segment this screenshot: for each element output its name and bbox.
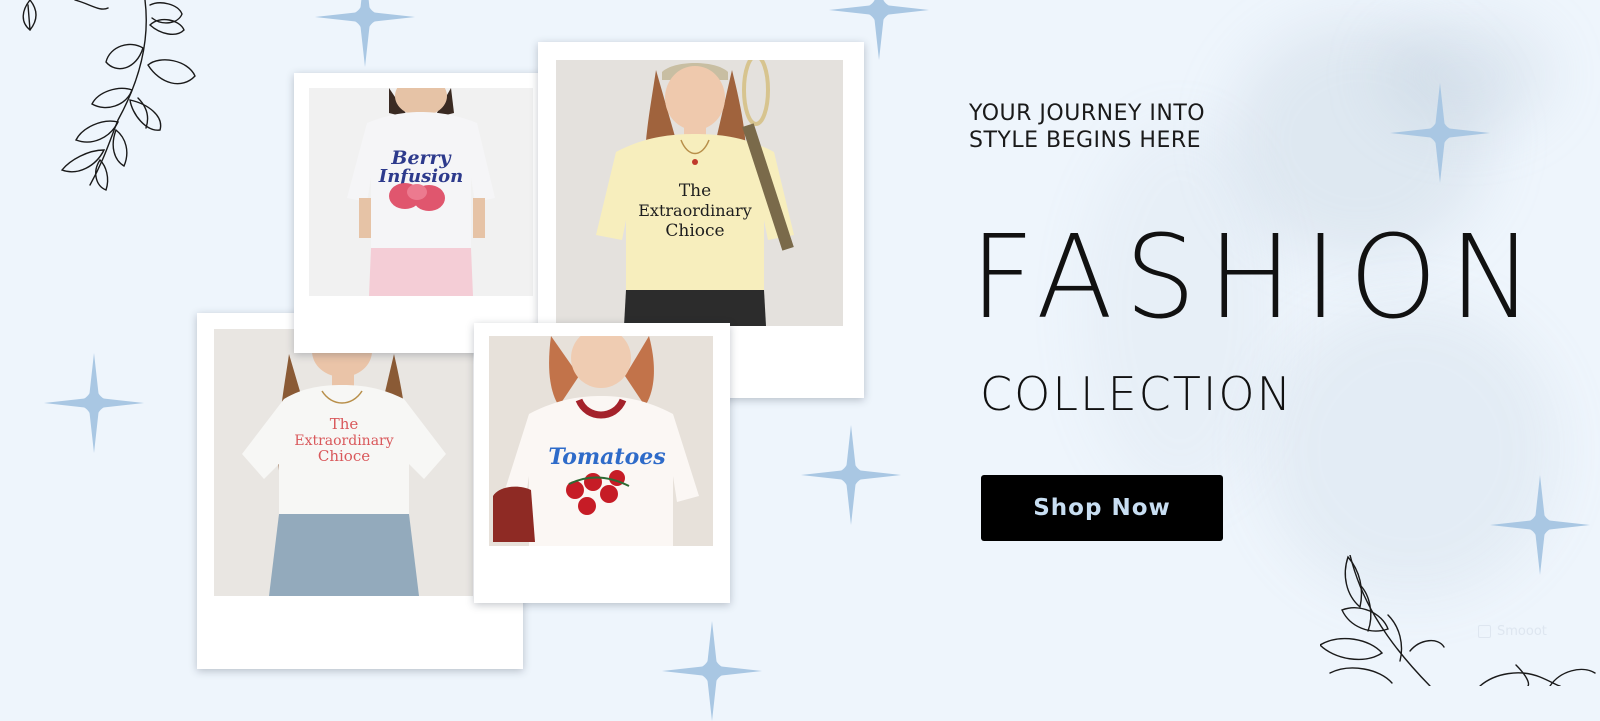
watermark-text: Smooot [1497,624,1547,639]
shirt-print-text: Infusion [378,166,463,187]
hero-subtitle: COLLECTION [980,367,1294,421]
shirt-print-text: The [679,181,711,201]
polaroid-card: Berry Infusion [294,73,550,353]
hero-title: FASHION [970,211,1546,345]
watermark-icon [1478,625,1491,638]
product-photo-extraordinary-white[interactable]: The Extraordinary Chioce [214,329,473,596]
sparkle-icon [44,353,144,453]
vine-branch-icon [0,0,210,195]
sparkle-icon [662,621,762,721]
polaroid-card: Tomatoes [474,323,730,603]
shirt-print-text: Chioce [318,447,370,465]
background-shadow [1380,20,1550,130]
tagline-line: STYLE BEGINS HERE [969,128,1202,153]
product-photo-berry-infusion[interactable]: Berry Infusion [309,88,533,296]
vine-branch-icon [1318,554,1600,687]
watermark: Smooot [1478,624,1547,639]
shirt-print-text: Chioce [665,221,724,241]
shop-now-button[interactable]: Shop Now [981,475,1223,541]
shirt-print-text: Tomatoes [548,444,665,470]
tagline-line: YOUR JOURNEY INTO [969,101,1206,126]
product-photo-extraordinary-yellow[interactable]: The Extraordinary Chioce [556,60,843,326]
shirt-print-text: The [330,415,359,433]
shirt-print-text: Extraordinary [638,201,752,220]
hero-tagline: YOUR JOURNEY INTO STYLE BEGINS HERE [969,100,1205,154]
sparkle-icon [801,425,901,525]
product-photo-tomatoes[interactable]: Tomatoes [489,336,713,546]
sparkle-icon [315,0,415,67]
